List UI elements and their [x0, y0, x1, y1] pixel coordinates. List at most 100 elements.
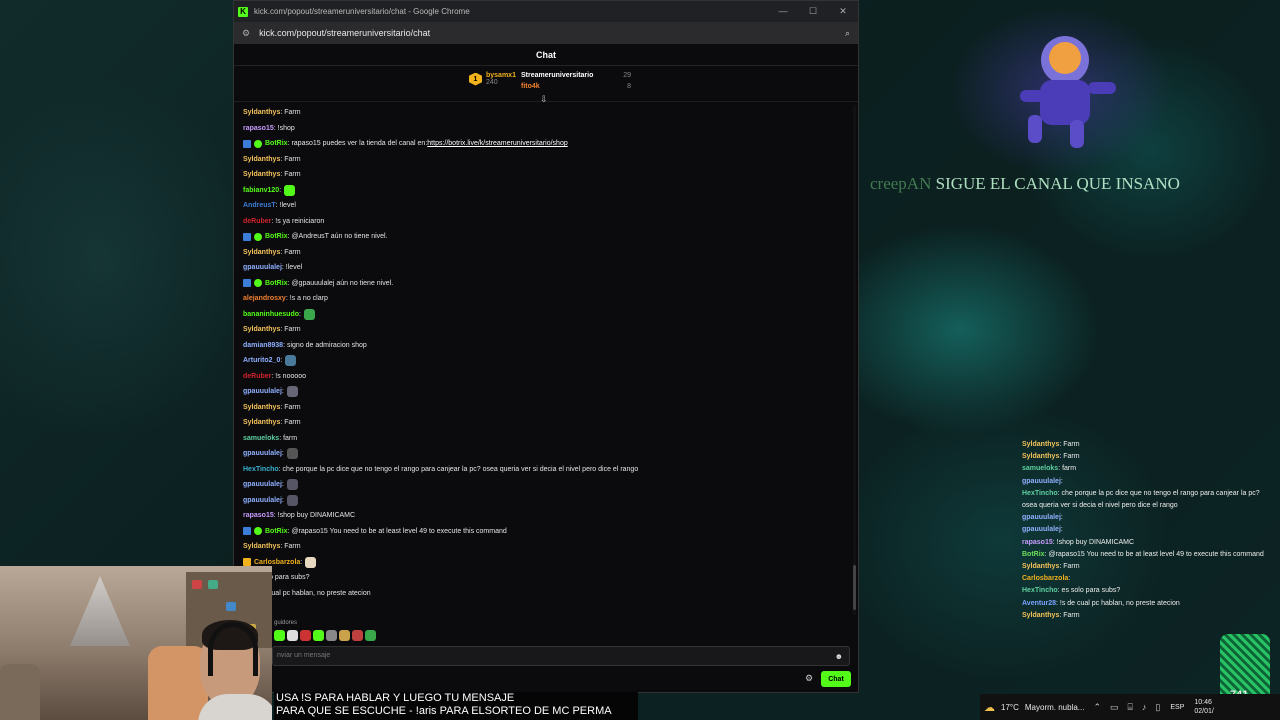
emote-button[interactable]: [365, 630, 376, 641]
emoji-picker-icon[interactable]: ☻: [835, 652, 843, 661]
clock-time[interactable]: 10:46: [1194, 698, 1213, 707]
chat-message: Carlosbarzola:: [243, 555, 843, 571]
chat-username[interactable]: fabianv120: [243, 187, 279, 194]
chat-message-text: :: [281, 496, 284, 504]
zoom-icon[interactable]: ⌕: [845, 28, 850, 39]
chat-message-text: : !s nooooo: [271, 372, 307, 380]
overlay-chat-username: gpauuulalej: [1022, 514, 1061, 522]
emote-button[interactable]: [287, 630, 298, 641]
emote-button[interactable]: [339, 630, 350, 641]
emote-icon: [303, 308, 315, 320]
emote-icon: [286, 448, 298, 460]
overlay-chat-message: Syldanthys: Farm: [1022, 561, 1274, 573]
clock-date[interactable]: 02/01/: [1194, 707, 1213, 716]
url-text[interactable]: kick.com/popout/streameruniversitario/ch…: [259, 28, 430, 38]
stream-overlay-title: creepAN SIGUE EL CANAL QUE INSANO: [870, 174, 1180, 194]
chat-message: Arturito2_0:: [243, 353, 843, 369]
chat-username[interactable]: BotRix: [265, 233, 288, 240]
stream-ticker: USA !S PARA HABLAR Y LUEGO TU MENSAJE PA…: [274, 692, 638, 720]
message-input-placeholder[interactable]: nviar un mensaje: [277, 652, 330, 659]
close-button[interactable]: ✕: [828, 6, 858, 17]
chat-username[interactable]: Syldanthys: [243, 419, 280, 426]
overlay-chat-text: :: [1060, 526, 1063, 534]
overlay-chat-username: gpauuulalej: [1022, 477, 1061, 485]
chat-username[interactable]: HexTincho: [243, 466, 279, 473]
chat-message: damian8938: signo de admiracion shop: [243, 338, 843, 354]
scrollbar-thumb[interactable]: [853, 565, 856, 610]
display-icon[interactable]: ▭: [1110, 702, 1119, 713]
chat-username[interactable]: bananinhuesudo: [243, 311, 299, 318]
chat-username[interactable]: alejandrosxy: [243, 295, 286, 302]
address-bar[interactable]: ⚙ kick.com/popout/streameruniversitario/…: [234, 22, 858, 44]
leaderboard-first-name[interactable]: bysamx1: [486, 72, 516, 79]
chat-username[interactable]: gpauuulalej: [243, 497, 282, 504]
chat-message: AndreusT: !level: [243, 198, 843, 214]
chat-message-text: : Farm: [280, 155, 301, 163]
emote-icon: [284, 184, 296, 196]
leaderboard-second-name[interactable]: Streameruniversitario: [521, 70, 593, 81]
overlay-title-user: creepAN: [870, 174, 932, 193]
chevron-up-icon[interactable]: ⌃: [1093, 702, 1101, 713]
chat-username[interactable]: Syldanthys: [243, 171, 280, 178]
overlay-chat-username: Syldanthys: [1022, 563, 1060, 571]
battery-icon[interactable]: ▯: [1155, 702, 1160, 713]
taskbar-tray: ☁ 17°C Mayorm. nubla... ⌃ ▭ ⌸ ♪ ▯ ESP 10…: [980, 694, 1280, 720]
emote-button[interactable]: [313, 630, 324, 641]
overlay-chat-username: samueloks: [1022, 465, 1059, 473]
overlay-chat-message: gpauuulalej:: [1022, 524, 1274, 536]
leaderboard-third-name[interactable]: fito4k: [521, 81, 540, 92]
chat-username[interactable]: AndreusT: [243, 202, 276, 209]
clock[interactable]: 10:46 02/01/: [1194, 698, 1213, 716]
chat-username[interactable]: deRuber: [243, 218, 271, 225]
chat-username[interactable]: gpauuulalej: [243, 481, 282, 488]
chat-message-text: :: [281, 481, 284, 489]
chat-username[interactable]: deRuber: [243, 373, 271, 380]
emote-button[interactable]: [300, 630, 311, 641]
chat-username[interactable]: BotRix: [265, 280, 288, 287]
chat-username[interactable]: Syldanthys: [243, 326, 280, 333]
minimize-button[interactable]: —: [768, 6, 798, 17]
chat-link[interactable]: https://botrix.live/k/streameruniversita…: [427, 140, 567, 147]
emote-button[interactable]: [326, 630, 337, 641]
chat-message-text: : !s ya reiniciaron: [271, 217, 325, 225]
expand-pinned-icon[interactable]: ⇩: [540, 94, 548, 105]
bot-badge-icon: [243, 527, 251, 536]
chat-username[interactable]: rapaso15: [243, 125, 274, 132]
language-indicator[interactable]: ESP: [1170, 704, 1184, 711]
chat-message-text: : Farm: [280, 109, 301, 117]
chat-username[interactable]: damian8938: [243, 342, 283, 349]
chat-message: alejandrosxy: !s a no clarp: [243, 291, 843, 307]
chat-username[interactable]: Syldanthys: [243, 543, 280, 550]
site-settings-icon[interactable]: ⚙: [242, 28, 250, 39]
chat-settings-icon[interactable]: ⚙: [805, 673, 813, 684]
chat-username[interactable]: Carlosbarzola: [254, 559, 300, 566]
network-icon[interactable]: ⌸: [1128, 702, 1133, 713]
chat-username[interactable]: gpauuulalej: [243, 388, 282, 395]
chat-scrollbar[interactable]: [853, 105, 856, 615]
chat-username[interactable]: samueloks: [243, 435, 279, 442]
chat-username[interactable]: gpauuulalej: [243, 264, 282, 271]
chat-username[interactable]: BotRix: [265, 528, 288, 535]
maximize-button[interactable]: ☐: [798, 6, 828, 17]
chat-message-text: : farm: [279, 434, 298, 442]
chat-message: Syldanthys: Farm: [243, 539, 843, 555]
chat-username[interactable]: Syldanthys: [243, 249, 280, 256]
weather-text[interactable]: Mayorm. nubla...: [1025, 703, 1085, 712]
emote-button[interactable]: [274, 630, 285, 641]
weather-temperature[interactable]: 17°C: [1001, 703, 1019, 712]
send-chat-button[interactable]: Chat: [821, 671, 851, 687]
chat-username[interactable]: Arturito2_0: [243, 357, 280, 364]
chat-username[interactable]: rapaso15: [243, 512, 274, 519]
message-input[interactable]: nviar un mensaje ☻: [272, 646, 850, 666]
chat-message: 8: !s de cual pc hablan, no preste ateci…: [243, 586, 843, 602]
chat-username[interactable]: gpauuulalej: [243, 450, 282, 457]
volume-icon[interactable]: ♪: [1142, 702, 1147, 712]
overlay-chat-username: Carlosbarzola: [1022, 575, 1069, 583]
emote-button[interactable]: [352, 630, 363, 641]
overlay-chat-message: Syldanthys: Farm: [1022, 610, 1274, 622]
chat-username[interactable]: Syldanthys: [243, 156, 280, 163]
chat-username[interactable]: BotRix: [265, 140, 288, 147]
weather-icon[interactable]: ☁: [984, 701, 995, 714]
chat-username[interactable]: Syldanthys: [243, 404, 280, 411]
chat-username[interactable]: Syldanthys: [243, 109, 280, 116]
